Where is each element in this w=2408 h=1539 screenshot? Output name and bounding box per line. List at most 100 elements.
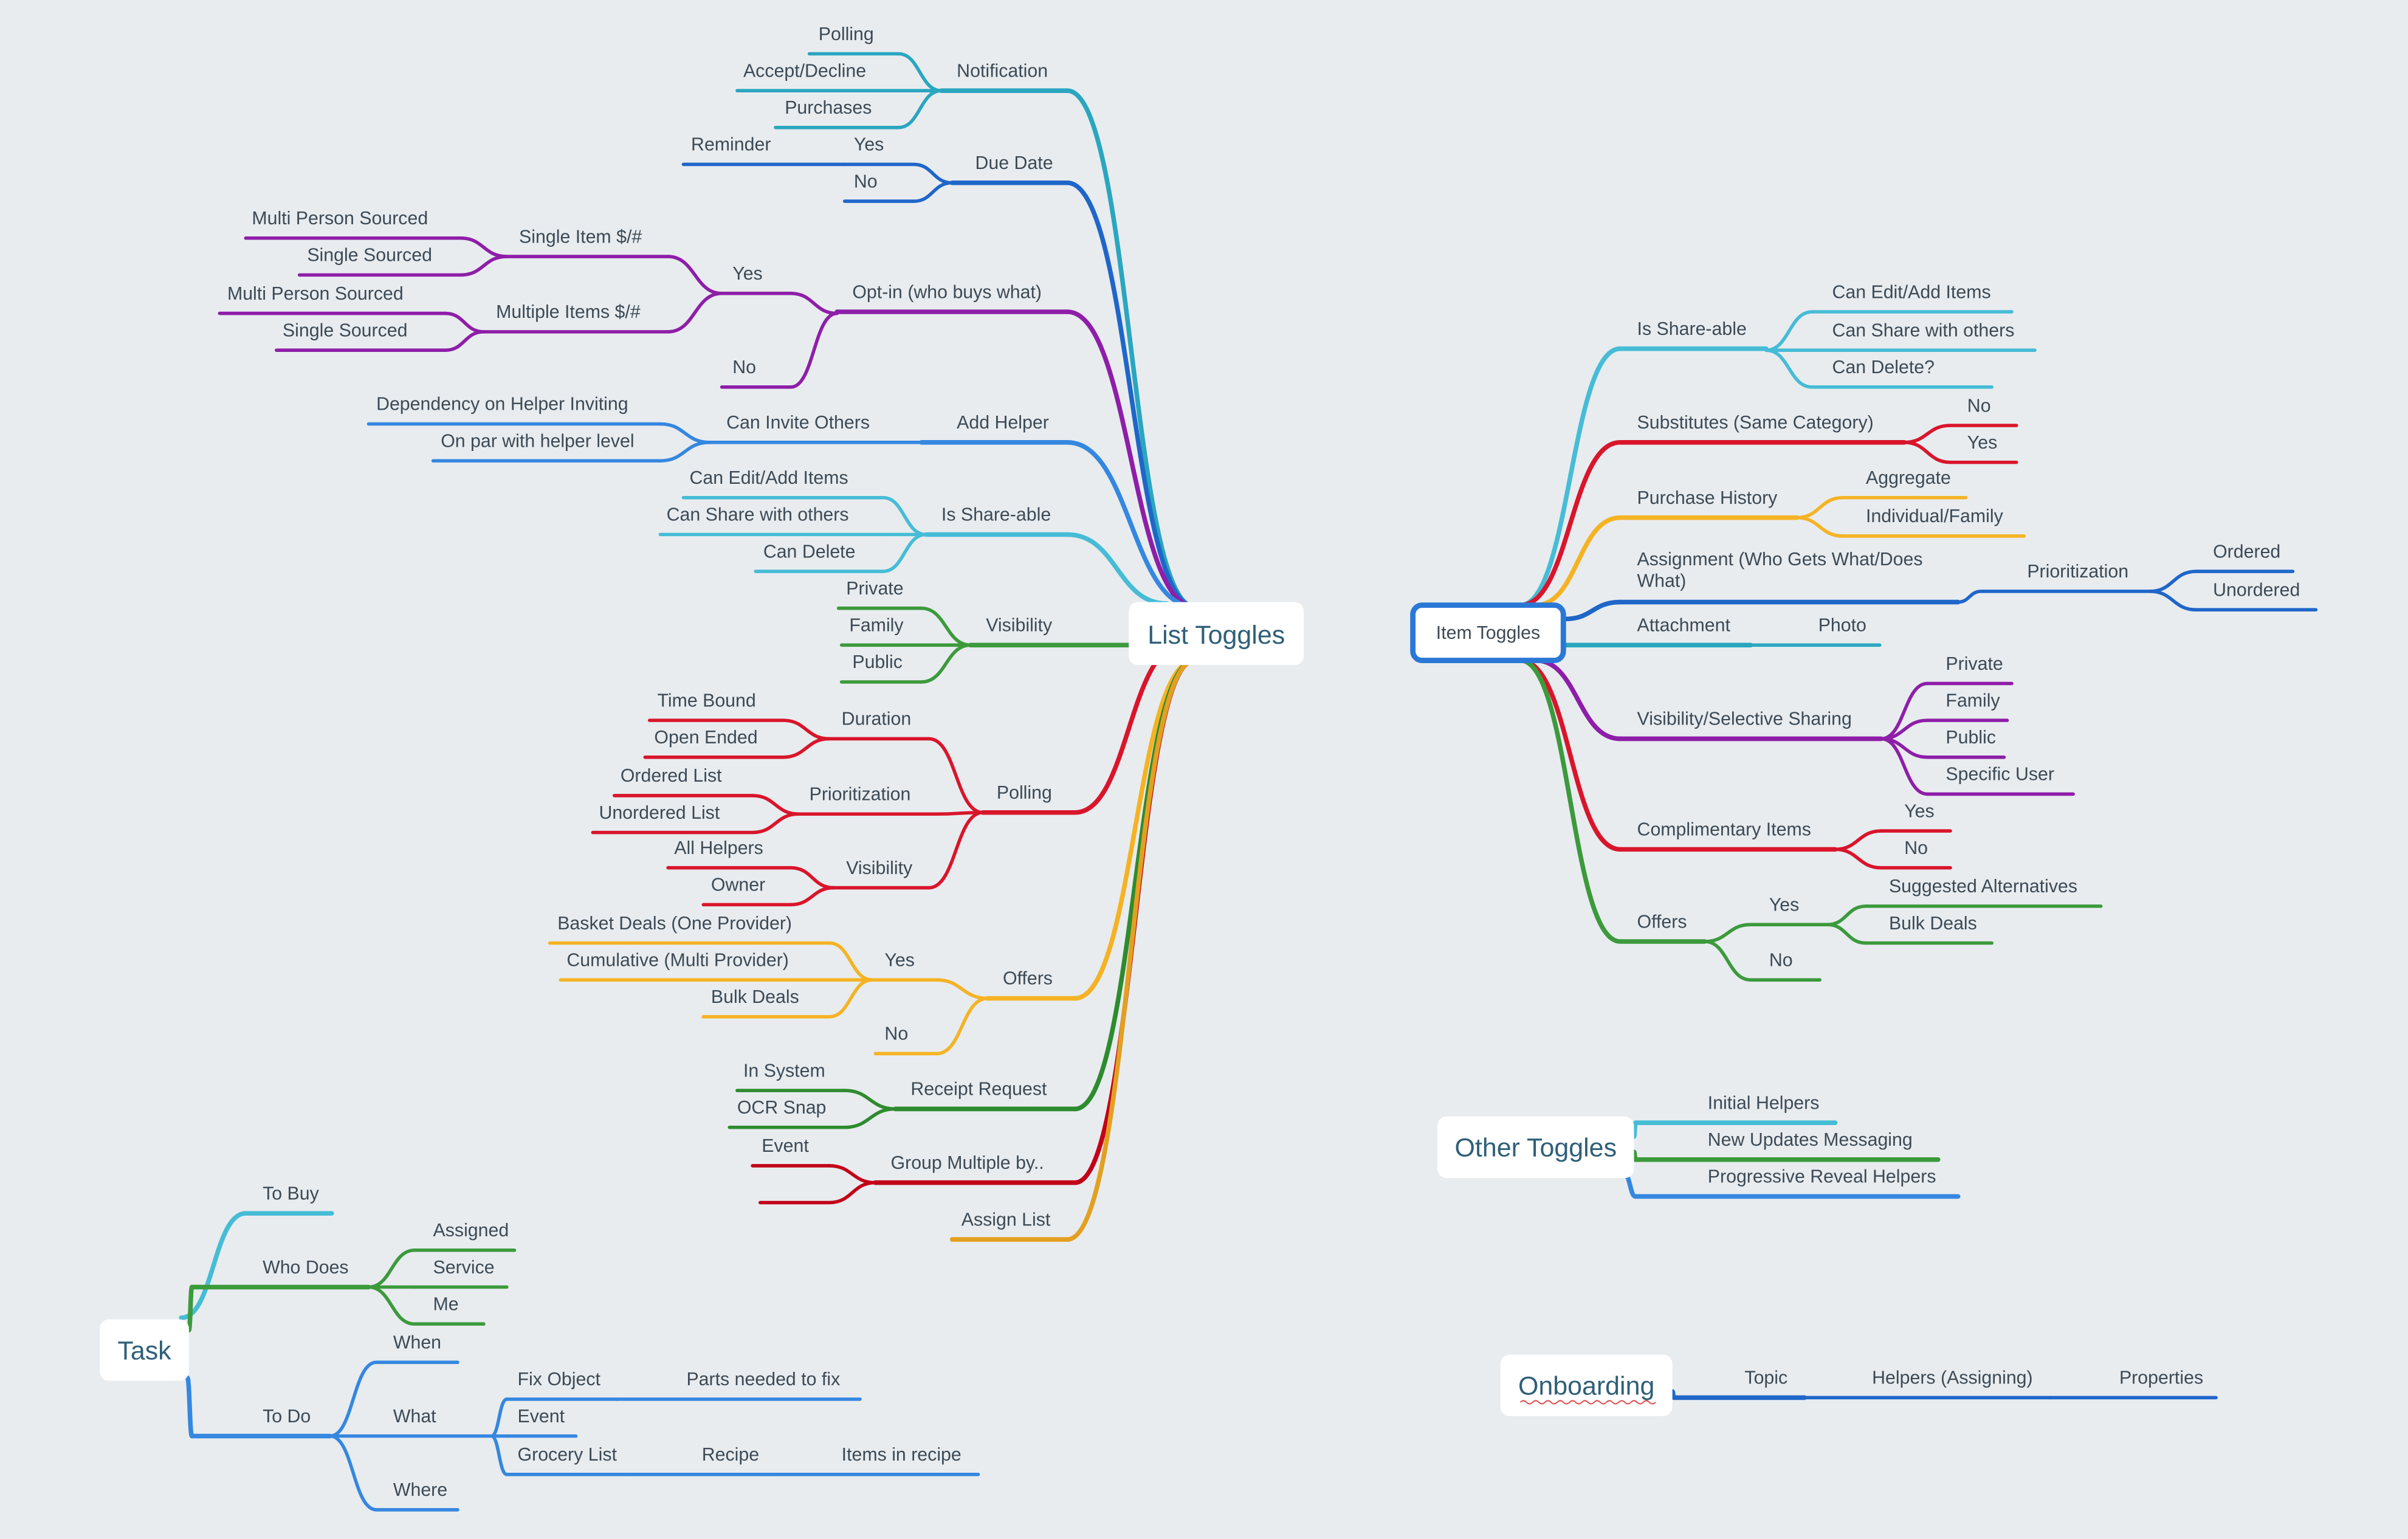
node-list-toggles-p-vis[interactable]: Visibility [846, 858, 913, 878]
node-list-toggles-oi-multiple[interactable]: Multiple Items $/# [496, 302, 641, 322]
node-item-toggles-at-photo[interactable]: Photo [1818, 616, 1866, 636]
node-item-toggles-su-yes[interactable]: Yes [1967, 433, 1997, 453]
node-list-toggles-oi-no[interactable]: No [732, 357, 756, 377]
node-item-toggles-attachment[interactable]: Attachment [1637, 616, 1731, 636]
node-list-toggles-add-helper[interactable]: Add Helper [957, 413, 1049, 433]
node-list-toggles-oi-m-multi[interactable]: Multi Person Sourced [227, 284, 404, 304]
node-list-toggles-offers[interactable]: Offers [1003, 969, 1053, 989]
node-task-who-does[interactable]: Who Does [263, 1258, 349, 1278]
node-task-grocery[interactable]: Grocery List [518, 1445, 617, 1465]
node-task-fix[interactable]: Fix Object [518, 1369, 601, 1389]
node-item-toggles-co-yes[interactable]: Yes [1904, 801, 1934, 821]
node-item-toggles-vi-specific[interactable]: Specific User [1945, 765, 2054, 785]
node-item-toggles-s-delete[interactable]: Can Delete? [1832, 357, 1935, 377]
node-list-toggles-ah-par[interactable]: On par with helper level [441, 431, 634, 451]
node-list-toggles-group[interactable]: Group Multiple by.. [891, 1153, 1044, 1173]
node-list-toggles-dd-yes[interactable]: Yes [854, 135, 884, 155]
node-list-toggles-p-duration[interactable]: Duration [842, 709, 912, 729]
node-list-toggles-due-date[interactable]: Due Date [975, 153, 1053, 173]
node-list-toggles-ah-invite[interactable]: Can Invite Others [726, 413, 870, 433]
node-list-toggles-oi-yes[interactable]: Yes [732, 264, 762, 284]
node-list-toggles-o-basket[interactable]: Basket Deals (One Provider) [557, 914, 792, 934]
node-list-toggles-ah-dep[interactable]: Dependency on Helper Inviting [376, 394, 628, 415]
node-item-toggles-vi-public[interactable]: Public [1945, 728, 1996, 748]
node-list-toggles-p-open[interactable]: Open Ended [654, 728, 757, 748]
node-task-event[interactable]: Event [518, 1406, 565, 1427]
node-list-toggles-p-unordered[interactable]: Unordered List [599, 803, 720, 823]
node-item-toggles-s-share[interactable]: Can Share with others [1832, 320, 2014, 340]
node-list-toggles-polling[interactable]: Polling [997, 783, 1052, 803]
node-list-toggles-oi-m-single[interactable]: Single Sourced [283, 320, 408, 340]
node-task-assigned[interactable]: Assigned [433, 1221, 509, 1241]
node-list-toggles-sh-share[interactable]: Can Share with others [667, 505, 849, 525]
node-list-toggles-sh-edit[interactable]: Can Edit/Add Items [690, 468, 848, 488]
node-task-what[interactable]: What [393, 1406, 436, 1427]
node-item-toggles-of-sugg[interactable]: Suggested Alternatives [1889, 876, 2077, 897]
node-item-toggles-as-unordered[interactable]: Unordered [2213, 580, 2300, 600]
node-onboarding-properties[interactable]: Properties [2119, 1368, 2203, 1388]
node-item-toggles-pu-indiv[interactable]: Individual/Family [1866, 506, 2004, 526]
root-node-list-toggles[interactable]: List Toggles [1129, 602, 1304, 666]
node-task-to-do[interactable]: To Do [263, 1406, 311, 1427]
node-list-toggles-visibility[interactable]: Visibility [986, 616, 1053, 636]
node-list-toggles-g-event[interactable]: Event [762, 1136, 809, 1156]
node-list-toggles-o-yes[interactable]: Yes [884, 950, 914, 970]
node-list-toggles-v-family[interactable]: Family [849, 616, 904, 636]
node-list-toggles-sh-delete[interactable]: Can Delete [763, 542, 856, 562]
node-list-toggles-dd-no[interactable]: No [854, 171, 878, 191]
node-list-toggles-p-time[interactable]: Time Bound [657, 690, 755, 711]
node-task-recipe[interactable]: Recipe [702, 1445, 759, 1465]
node-list-toggles-oi-single[interactable]: Single Item $/# [519, 227, 642, 247]
node-list-toggles-o-bulk[interactable]: Bulk Deals [711, 987, 799, 1007]
node-task-when[interactable]: When [393, 1333, 441, 1353]
node-task-items-recipe[interactable]: Items in recipe [842, 1445, 961, 1465]
root-node-item-toggles[interactable]: Item Toggles [1410, 602, 1566, 664]
node-list-toggles-o-cum[interactable]: Cumulative (Multi Provider) [566, 950, 789, 970]
node-item-toggles-vis[interactable]: Visibility/Selective Sharing [1637, 709, 1852, 729]
root-node-onboarding[interactable]: Onboarding [1500, 1354, 1673, 1416]
node-item-toggles-s-edit[interactable]: Can Edit/Add Items [1832, 282, 1990, 302]
node-list-toggles-v-public[interactable]: Public [852, 652, 903, 672]
node-list-toggles-dd-reminder[interactable]: Reminder [691, 135, 771, 155]
node-item-toggles-as-prior[interactable]: Prioritization [2027, 562, 2128, 582]
node-onboarding-topic[interactable]: Topic [1744, 1368, 1787, 1388]
node-item-toggles-comp[interactable]: Complimentary Items [1637, 820, 1811, 840]
node-item-toggles-of-yes[interactable]: Yes [1769, 895, 1799, 915]
node-task-where[interactable]: Where [393, 1480, 447, 1500]
node-list-toggles-o-no[interactable]: No [884, 1024, 908, 1044]
node-item-toggles-as-ordered[interactable]: Ordered [2213, 542, 2280, 562]
node-list-toggles-notification[interactable]: Notification [957, 61, 1048, 81]
node-other-toggles-new-updates[interactable]: New Updates Messaging [1708, 1130, 1913, 1150]
node-item-toggles-share[interactable]: Is Share-able [1637, 319, 1747, 339]
node-list-toggles-n-purchases[interactable]: Purchases [785, 98, 872, 118]
node-item-toggles-purchase[interactable]: Purchase History [1637, 488, 1778, 508]
node-list-toggles-share[interactable]: Is Share-able [941, 505, 1051, 525]
root-node-other-toggles[interactable]: Other Toggles [1437, 1117, 1634, 1179]
node-list-toggles-p-all[interactable]: All Helpers [674, 838, 763, 858]
node-list-toggles-assign[interactable]: Assign List [961, 1210, 1051, 1230]
node-onboarding-helpers[interactable]: Helpers (Assigning) [1872, 1368, 2033, 1388]
node-other-toggles-progressive[interactable]: Progressive Reveal Helpers [1708, 1167, 1936, 1187]
node-item-toggles-vi-private[interactable]: Private [1945, 654, 2003, 674]
node-item-toggles-co-no[interactable]: No [1904, 838, 1928, 858]
node-list-toggles-receipt[interactable]: Receipt Request [910, 1079, 1047, 1100]
node-item-toggles-su-no[interactable]: No [1967, 396, 1991, 416]
node-item-toggles-pu-agg[interactable]: Aggregate [1866, 468, 1951, 488]
node-list-toggles-p-owner[interactable]: Owner [711, 875, 765, 895]
node-task-me[interactable]: Me [433, 1294, 459, 1314]
node-item-toggles-of-no[interactable]: No [1769, 950, 1793, 970]
node-list-toggles-r-ocr[interactable]: OCR Snap [737, 1098, 827, 1118]
node-list-toggles-n-polling[interactable]: Polling [819, 24, 874, 44]
node-list-toggles-p-prior[interactable]: Prioritization [810, 785, 911, 805]
node-list-toggles-optin[interactable]: Opt-in (who buys what) [852, 282, 1042, 302]
node-task-to-buy[interactable]: To Buy [263, 1184, 320, 1204]
root-node-task[interactable]: Task [100, 1319, 189, 1381]
node-item-toggles-of-bulk[interactable]: Bulk Deals [1889, 914, 1977, 934]
node-task-parts[interactable]: Parts needed to fix [686, 1369, 840, 1389]
node-list-toggles-oi-s-single[interactable]: Single Sourced [307, 246, 432, 266]
node-item-toggles-offers[interactable]: Offers [1637, 912, 1687, 932]
node-other-toggles-initial[interactable]: Initial Helpers [1708, 1093, 1820, 1113]
node-list-toggles-p-ordered[interactable]: Ordered List [621, 766, 722, 786]
node-list-toggles-v-private[interactable]: Private [846, 579, 903, 599]
node-task-service[interactable]: Service [433, 1258, 495, 1278]
